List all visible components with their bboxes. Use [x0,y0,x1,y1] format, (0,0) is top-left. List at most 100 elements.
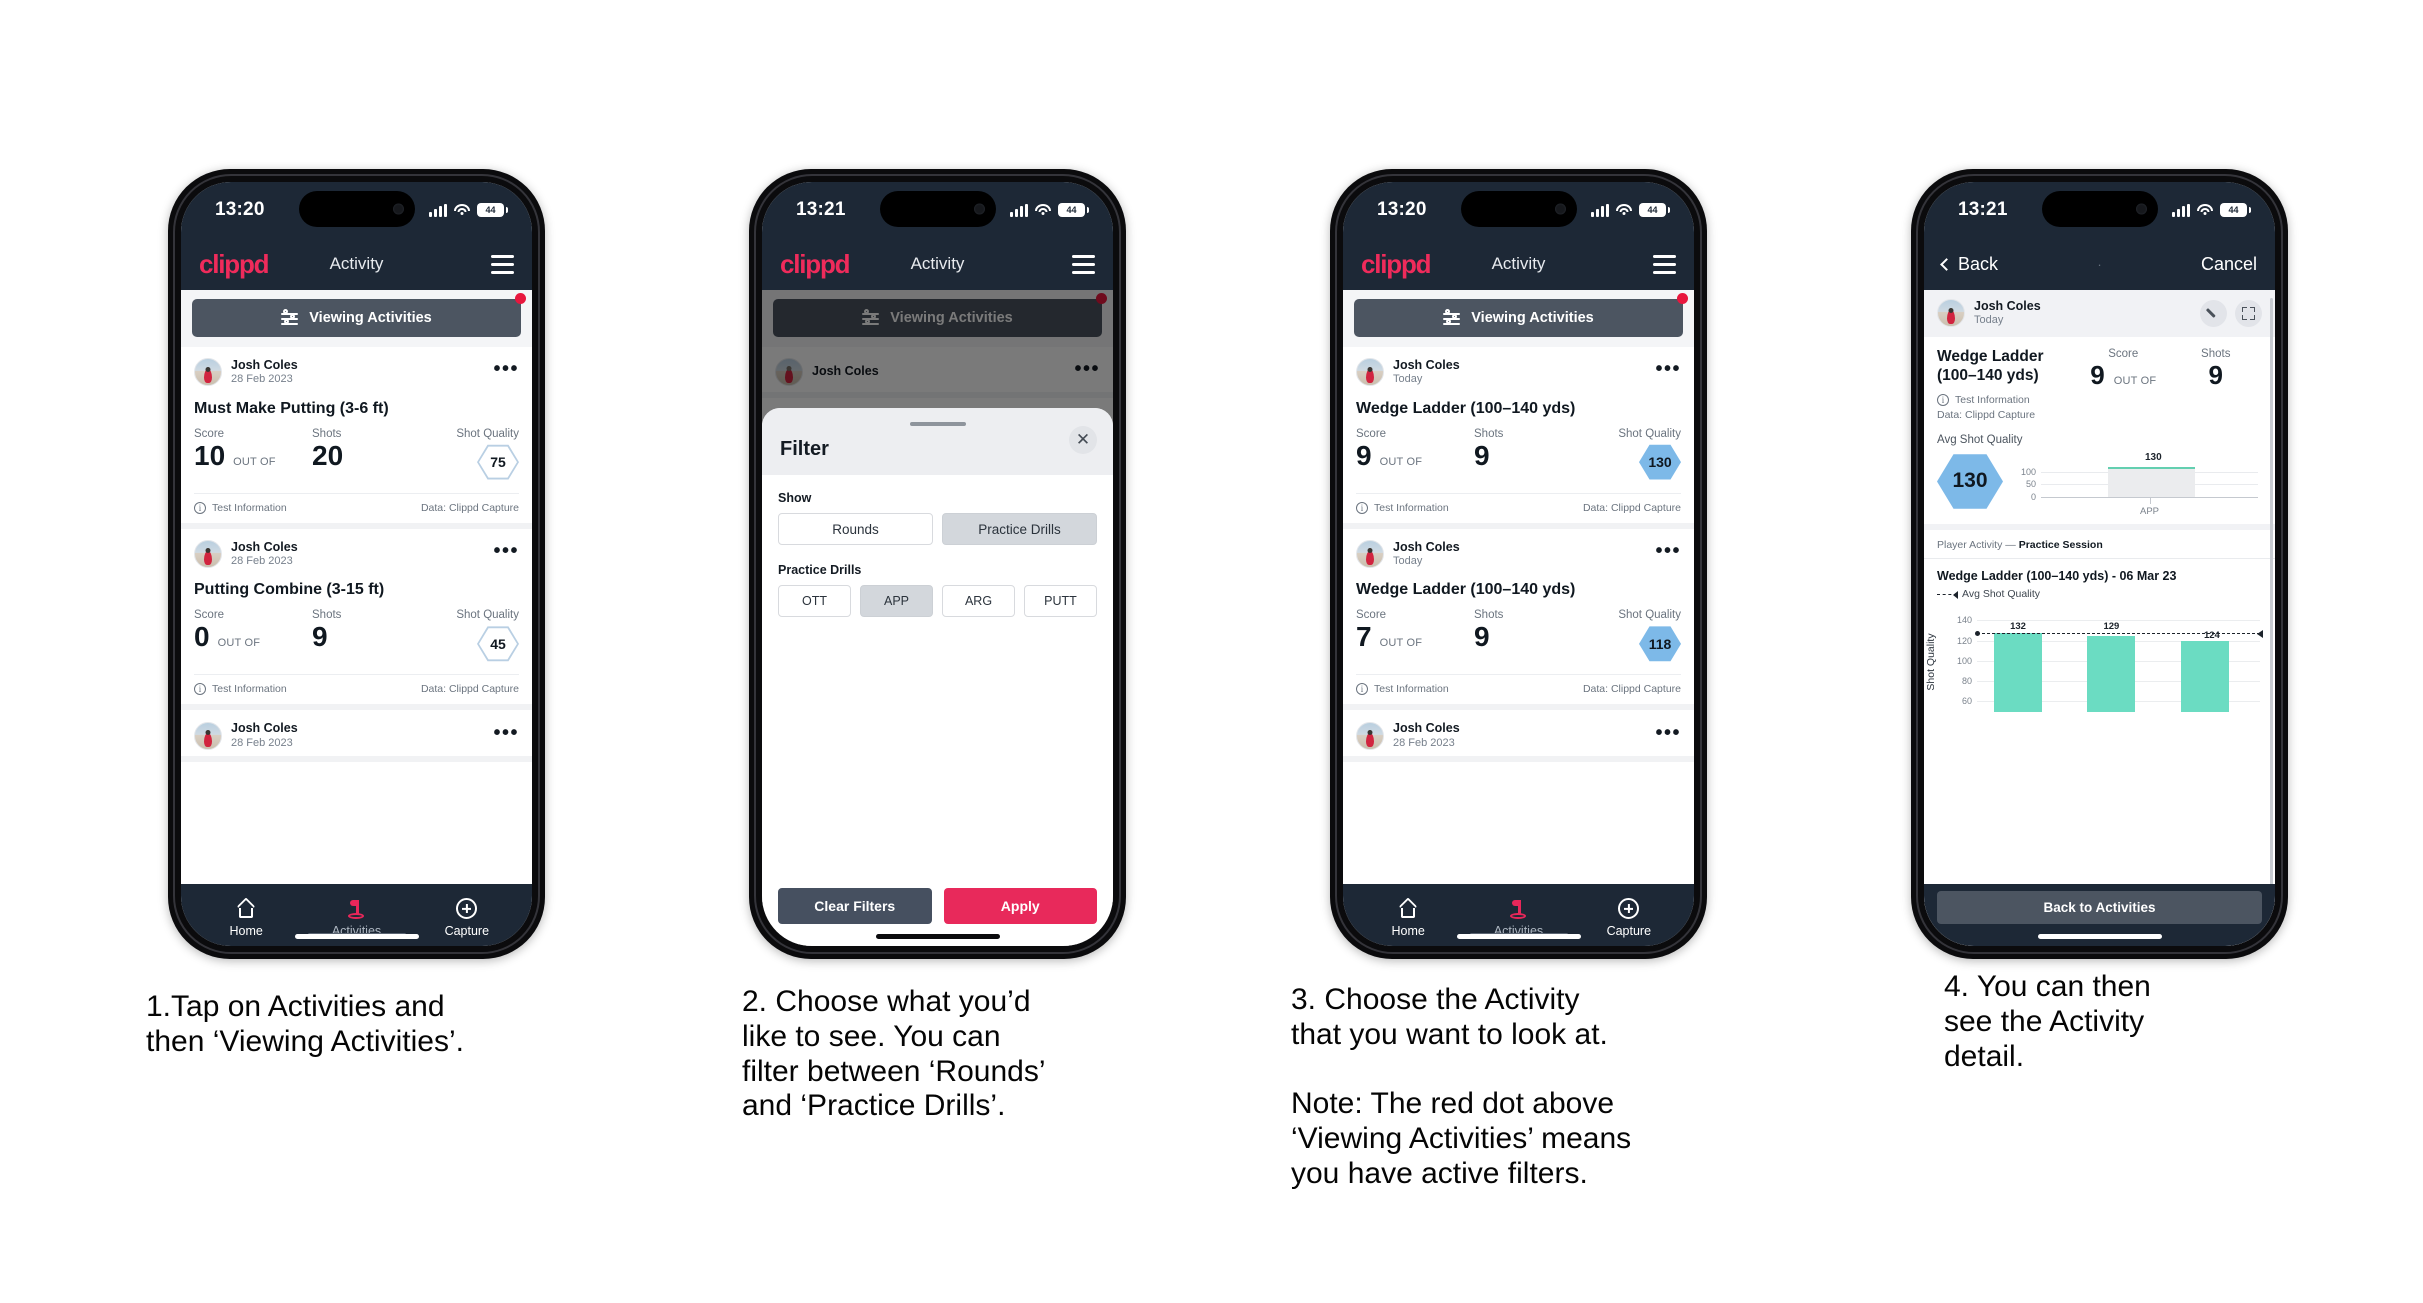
card-user: Josh Coles 28 Feb 2023 [231,358,298,387]
tutorial-sheet: 13:20 44 clippd Activity Viewing Activit… [0,0,2423,1303]
app-navbar: clippd Activity [762,238,1113,290]
show-option-rounds[interactable]: Rounds [778,513,933,545]
card-menu-icon[interactable]: ••• [1655,541,1681,561]
tab-capture[interactable]: Capture [1574,897,1684,938]
avg-shot-quality-value: 130 [1952,469,1988,493]
phone-3-body: Viewing Activities Josh Coles Today ••• … [1343,290,1694,884]
show-option-practice-drills[interactable]: Practice Drills [942,513,1097,545]
cellular-signal-icon [1010,203,1028,217]
card-menu-icon[interactable]: ••• [1655,359,1681,379]
activity-card-partial[interactable]: Josh Coles 28 Feb 2023 ••• [181,710,532,762]
shot-quality-value: 118 [1648,635,1672,652]
sliders-icon [1443,309,1461,326]
card-menu-icon[interactable]: ••• [1655,723,1681,743]
shot-quality-value: 130 [1648,454,1672,471]
score-value: 9 [1356,439,1372,471]
status-bar: 13:21 44 [1924,182,2275,238]
mini-chart-plot: 100 50 0 APP [2021,465,2258,517]
card-header: Josh Coles Today ••• [1356,347,1681,393]
shots-label: Shots [312,427,342,440]
practice-drill-chips: OTT APP ARG PUTT [778,585,1097,617]
score-value: 9 [2090,359,2105,390]
expand-button[interactable] [2235,299,2262,327]
clear-filters-button[interactable]: Clear Filters [778,888,932,924]
viewing-activities-button[interactable]: Viewing Activities [192,299,521,337]
data-source-label: Data: Clippd Capture [1582,683,1681,696]
data-source-label: Data: Clippd Capture [420,683,519,696]
phone-3: 13:20 44 clippd Activity Viewing Activit… [1330,169,1707,959]
card-user: Josh Coles 28 Feb 2023 [1393,721,1460,750]
shot-quality-hexagon: 75 [477,444,519,480]
chart-bar [2087,636,2136,713]
avatar [1356,358,1384,387]
tab-capture[interactable]: Capture [412,897,522,938]
app-navbar: clippd Activity [181,238,532,290]
home-indicator [1456,934,1581,939]
apply-button[interactable]: Apply [943,888,1097,924]
card-header: Josh Coles 28 Feb 2023 ••• [194,347,519,393]
activity-card-partial[interactable]: Josh Coles 28 Feb 2023 ••• [1343,710,1694,762]
shots-value: 9 [312,621,328,653]
activity-date: 28 Feb 2023 [1393,736,1455,749]
chart-ytick: 80 [1961,676,1972,687]
mini-chart-bar [2108,467,2196,498]
shot-quality-label: Shot Quality [1618,427,1681,440]
viewing-activities-button[interactable]: Viewing Activities [1354,299,1683,337]
score-value: 10 [194,439,226,471]
metric-shots: Shots 20 [312,428,456,470]
golf-flag-icon [1463,897,1573,921]
scrollbar[interactable] [2270,298,2273,900]
drill-chip-putt[interactable]: PUTT [1024,585,1097,617]
player-activity-row: Player Activity — Practice Session [1924,530,2275,560]
hamburger-icon[interactable] [1072,254,1095,274]
tab-home[interactable]: Home [1353,896,1463,938]
golf-flag-icon [301,897,411,921]
activity-card[interactable]: Josh Coles 28 Feb 2023 ••• Putting Combi… [181,528,532,711]
activity-date: 28 Feb 2023 [231,736,293,749]
shots-label: Shots [1474,609,1504,622]
avatar [1356,539,1384,568]
score-value: 0 [194,621,210,653]
tab-activities[interactable]: Activities [301,897,411,938]
shot-quality-label: Shot Quality [456,427,519,440]
drill-chip-app[interactable]: APP [860,585,933,617]
drill-chip-ott[interactable]: OTT [778,585,851,617]
filter-sheet: Filter ✕ Show Rounds Practice Drills Pra… [762,408,1113,946]
score-value: 7 [1356,621,1372,653]
phone-1-body: Viewing Activities Josh Coles 28 Feb 202… [181,290,532,884]
activity-title: Wedge Ladder (100–140 yds) [1937,347,2044,384]
activity-card[interactable]: Josh Coles 28 Feb 2023 ••• Must Make Put… [181,347,532,529]
home-indicator [875,934,1000,939]
activity-card[interactable]: Josh Coles Today ••• Wedge Ladder (100–1… [1343,528,1694,711]
drill-chip-arg[interactable]: ARG [942,585,1015,617]
card-menu-icon[interactable]: ••• [493,541,519,561]
card-menu-icon[interactable]: ••• [493,359,519,379]
user-name: Josh Coles [231,539,298,554]
avg-shot-quality-label: Avg Shot Quality [1937,434,2023,447]
cancel-button[interactable]: Cancel [2201,254,2257,275]
caption-step-1: 1.Tap on Activities and then ‘Viewing Ac… [146,990,464,1058]
card-menu-icon[interactable]: ••• [493,723,519,743]
metric-shot-quality: Shot Quality 118 [1618,609,1681,662]
activity-card[interactable]: Josh Coles Today ••• Wedge Ladder (100–1… [1343,347,1694,529]
close-icon[interactable]: ✕ [1069,426,1097,454]
battery-icon: 44 [477,203,508,217]
out-of-label: OUT OF [1379,637,1423,650]
card-metrics: Score 10 OUT OF Shots 20 Shot Quality 75 [194,428,519,493]
filter-bar-wrapper: Viewing Activities [1343,290,1694,347]
back-to-activities-button[interactable]: Back to Activities [1937,891,2262,924]
sheet-grabber[interactable] [909,422,966,426]
hamburger-icon[interactable] [491,254,514,274]
shot-quality-value: 45 [479,628,517,660]
show-label: Show [778,491,812,505]
test-information-label: Test Information [1374,501,1449,514]
cellular-signal-icon [429,203,447,217]
tab-home[interactable]: Home [191,896,301,938]
chart-ytick: 140 [1956,615,1972,626]
hamburger-icon[interactable] [1653,254,1676,274]
back-button[interactable]: Back [1940,254,1998,275]
info-icon: i [194,501,206,514]
tab-activities[interactable]: Activities [1463,897,1573,938]
test-information-row: i Test Information [1937,394,2077,407]
edit-button[interactable] [2200,299,2227,327]
